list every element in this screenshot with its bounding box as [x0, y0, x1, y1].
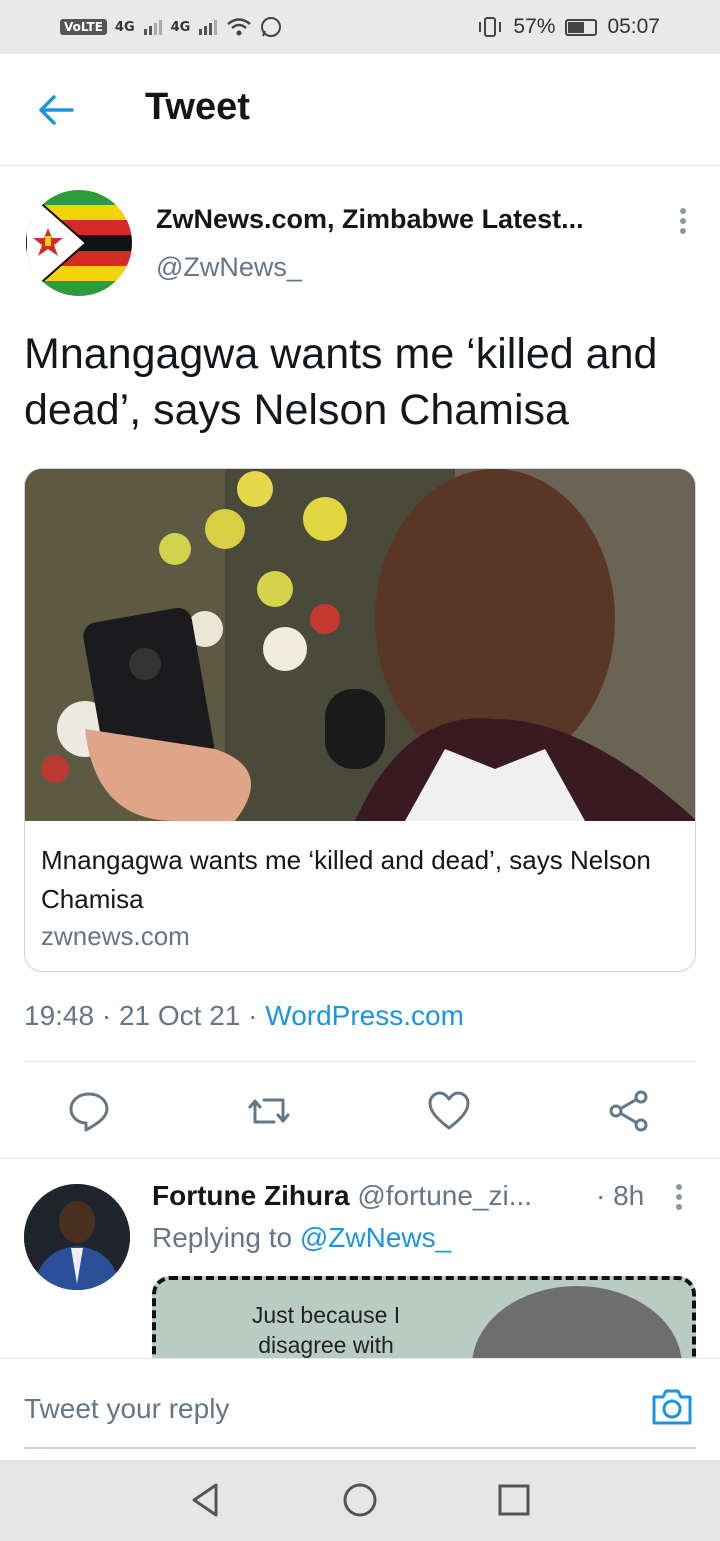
volte-indicator: VoLTE [60, 19, 107, 35]
status-right: 57% 05:07 [477, 15, 660, 39]
tweet-actions [0, 1062, 720, 1158]
wifi-icon [227, 18, 252, 36]
battery-icon [565, 18, 598, 36]
reply-icon[interactable] [66, 1088, 112, 1134]
display-name[interactable]: ZwNews.com, Zimbabwe Latest... [156, 204, 584, 235]
top-bar [0, 54, 720, 166]
zimbabwe-flag-icon [26, 190, 132, 296]
back-arrow-icon[interactable] [36, 92, 76, 128]
like-icon[interactable] [426, 1088, 472, 1134]
clock: 05:07 [607, 15, 660, 38]
share-icon[interactable] [606, 1088, 652, 1134]
sim2-signal: 4G [170, 19, 191, 35]
tweet-author: ZwNews.com, Zimbabwe Latest... @ZwNews_ [26, 190, 696, 300]
reply-composer: Tweet your reply [0, 1358, 720, 1458]
nav-home-icon[interactable] [340, 1480, 380, 1520]
divider [0, 1158, 720, 1159]
input-underline [24, 1447, 696, 1449]
tweet-date: 21 Oct 21 [118, 1000, 241, 1031]
reply-tweet[interactable]: Fortune Zihura @fortune_zi... · 8h Reply… [0, 1160, 720, 1396]
signal-icon [143, 20, 162, 35]
reply-handle: @fortune_zi... [357, 1180, 533, 1211]
tweet-meta: 19:48 · 21 Oct 21 · WordPress.com [24, 1000, 464, 1031]
whatsapp-icon [261, 17, 282, 37]
tweet-source-link[interactable]: WordPress.com [265, 1000, 464, 1031]
reply-time: · 8h [596, 1180, 645, 1211]
reply-author[interactable]: Fortune Zihura @fortune_zi... [152, 1180, 532, 1212]
more-options-icon[interactable] [678, 208, 688, 236]
link-card[interactable]: Mnangagwa wants me ‘killed and dead’, sa… [24, 468, 696, 972]
camera-icon[interactable] [650, 1387, 694, 1427]
battery-percent: 57% [513, 15, 556, 38]
replying-to-link[interactable]: @ZwNews_ [300, 1222, 451, 1253]
more-options-icon[interactable] [674, 1184, 684, 1214]
avatar[interactable] [26, 190, 132, 296]
user-handle[interactable]: @ZwNews_ [156, 252, 302, 283]
avatar[interactable] [24, 1184, 130, 1290]
sim1-signal: 4G [114, 19, 135, 35]
card-title: Mnangagwa wants me ‘killed and dead’, sa… [41, 845, 651, 914]
card-domain: zwnews.com [41, 921, 190, 951]
signal-icon [199, 20, 218, 35]
tweet-time: 19:48 [24, 1000, 95, 1031]
page-title: Tweet [145, 86, 250, 128]
system-nav-bar [0, 1460, 720, 1541]
nav-recents-icon[interactable] [494, 1480, 534, 1520]
retweet-icon[interactable] [246, 1088, 292, 1134]
status-bar: VoLTE 4G 4G 57% 05:07 [0, 0, 720, 54]
reply-input[interactable]: Tweet your reply [24, 1393, 229, 1425]
nav-back-icon[interactable] [186, 1480, 226, 1520]
status-left: VoLTE 4G 4G [60, 16, 282, 38]
media-caption: Just because I disagree with [251, 1302, 401, 1358]
reply-display-name: Fortune Zihura [152, 1180, 350, 1211]
card-image [25, 469, 695, 821]
tweet-text: Mnangagwa wants me ‘killed and dead’, sa… [24, 330, 658, 434]
replying-to: Replying to @ZwNews_ [152, 1222, 452, 1253]
vibrate-icon [479, 17, 502, 37]
